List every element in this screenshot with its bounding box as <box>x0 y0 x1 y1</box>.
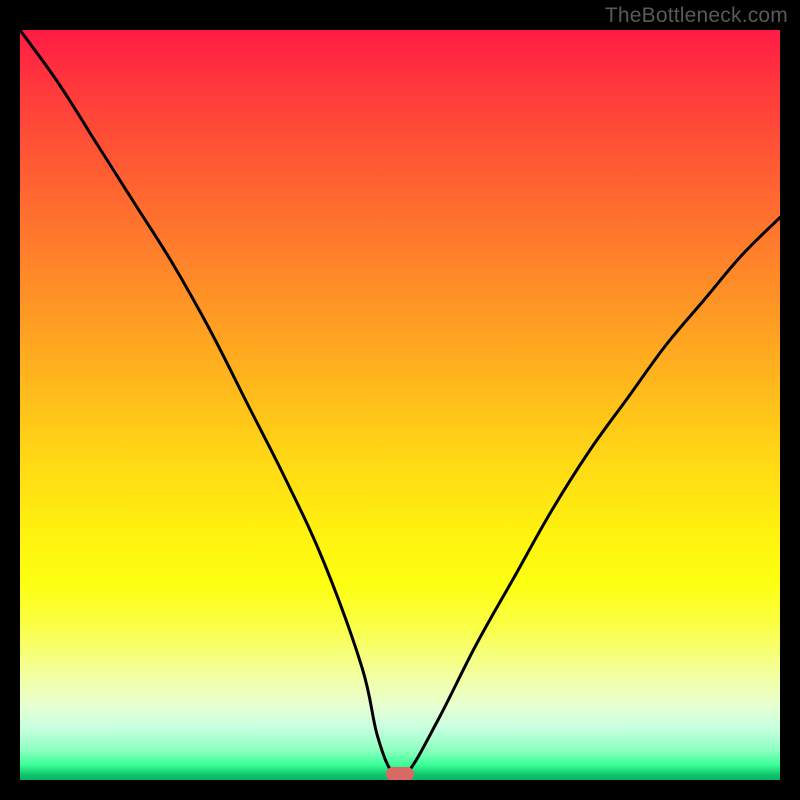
plot-area <box>20 30 780 780</box>
optimum-marker <box>386 767 414 780</box>
curve-svg <box>20 30 780 780</box>
chart-frame: TheBottleneck.com <box>0 0 800 800</box>
watermark-text: TheBottleneck.com <box>605 4 788 28</box>
bottleneck-curve <box>20 30 780 779</box>
